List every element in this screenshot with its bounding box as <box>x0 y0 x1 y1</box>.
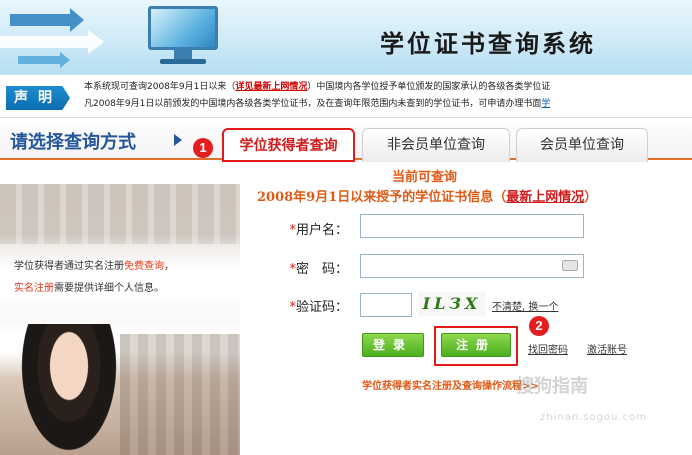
activate-account-link[interactable]: 激活账号 <box>587 341 627 356</box>
captcha-image[interactable]: ILЗX <box>419 292 485 316</box>
form-heading: 当前可查询 <box>392 170 458 185</box>
header-banner: 学位证书查询系统 <box>0 0 692 74</box>
captcha-label-text: 验证码： <box>295 300 348 315</box>
password-label: *密 码： <box>268 258 348 277</box>
username-input[interactable] <box>360 214 584 238</box>
left-info-text: 学位获得者通过实名注册免费查询， 实名注册需要提供详细个人信息。 <box>14 256 234 300</box>
written-application-link[interactable]: 学 <box>541 99 550 109</box>
left-line1-prefix: 学位获得者通过实名注册 <box>14 261 124 272</box>
tab-member-query[interactable]: 会员单位查询 <box>516 128 648 162</box>
username-label-text: 用户名： <box>295 223 348 238</box>
login-button[interactable]: 登录 <box>362 333 424 357</box>
register-button[interactable]: 注册 <box>441 333 511 357</box>
tab-degree-holder-query[interactable]: 学位获得者查询 <box>222 128 355 162</box>
watermark-subtext: zhinan.sogou.com <box>540 412 648 423</box>
notice-line2-prefix: 凡2008年9月1日以前颁发的中国境内各级各类学位证书，及在查询年限范围内未查到… <box>84 99 542 109</box>
left-line1-suffix: ， <box>164 261 174 272</box>
notice-bar: 声明 本系统现可查询2008年9月1日以来（详见最新上网情况）中国境内各学位授予… <box>0 74 692 118</box>
refresh-captcha-link[interactable]: 不清楚, 换一个 <box>492 298 558 313</box>
monitor-icon <box>138 6 228 64</box>
captcha-input[interactable] <box>360 293 412 317</box>
step-badge-1: 1 <box>193 138 213 158</box>
keyboard-icon[interactable] <box>562 260 578 271</box>
free-query-text: 免费查询 <box>124 261 164 272</box>
system-title: 学位证书查询系统 <box>380 29 596 58</box>
find-password-link[interactable]: 找回密码 <box>528 341 568 356</box>
notice-line1-suffix: ）中国境内各学位授予单位颁发的国家承认的各级各类学位证 <box>307 82 551 92</box>
graduate-photo <box>0 184 240 455</box>
notice-text: 本系统现可查询2008年9月1日以来（详见最新上网情况）中国境内各学位授予单位颁… <box>84 79 692 113</box>
arrow-right-icon <box>174 134 182 146</box>
password-label-text: 密 码： <box>295 262 348 277</box>
tab-non-member-query[interactable]: 非会员单位查询 <box>362 128 510 162</box>
watermark-text: 搜狗指南 <box>516 376 588 397</box>
notice-line1-prefix: 本系统现可查询2008年9月1日以来（ <box>84 82 236 92</box>
captcha-label: *验证码： <box>268 296 348 315</box>
realname-register-text: 实名注册 <box>14 283 54 294</box>
subheading-prefix: 2008年9月1日以来授予的学位证书信息（ <box>257 190 507 205</box>
left-line2-suffix: 需要提供详细个人信息。 <box>54 283 164 294</box>
username-label: *用户名： <box>268 219 348 238</box>
step-badge-2: 2 <box>529 316 549 336</box>
choose-method-label: 请选择查询方式 <box>10 132 136 153</box>
form-subheading: 2008年9月1日以来授予的学位证书信息（最新上网情况） <box>257 186 597 205</box>
latest-status-link[interactable]: 详见最新上网情况 <box>235 82 307 92</box>
process-guide-link[interactable]: 学位获得者实名注册及查询操作流程>> <box>362 377 539 392</box>
latest-status-link-2[interactable]: 最新上网情况 <box>506 190 584 205</box>
password-input[interactable] <box>360 254 584 278</box>
subheading-suffix: ） <box>584 190 598 205</box>
notice-tag: 声明 <box>6 86 70 110</box>
